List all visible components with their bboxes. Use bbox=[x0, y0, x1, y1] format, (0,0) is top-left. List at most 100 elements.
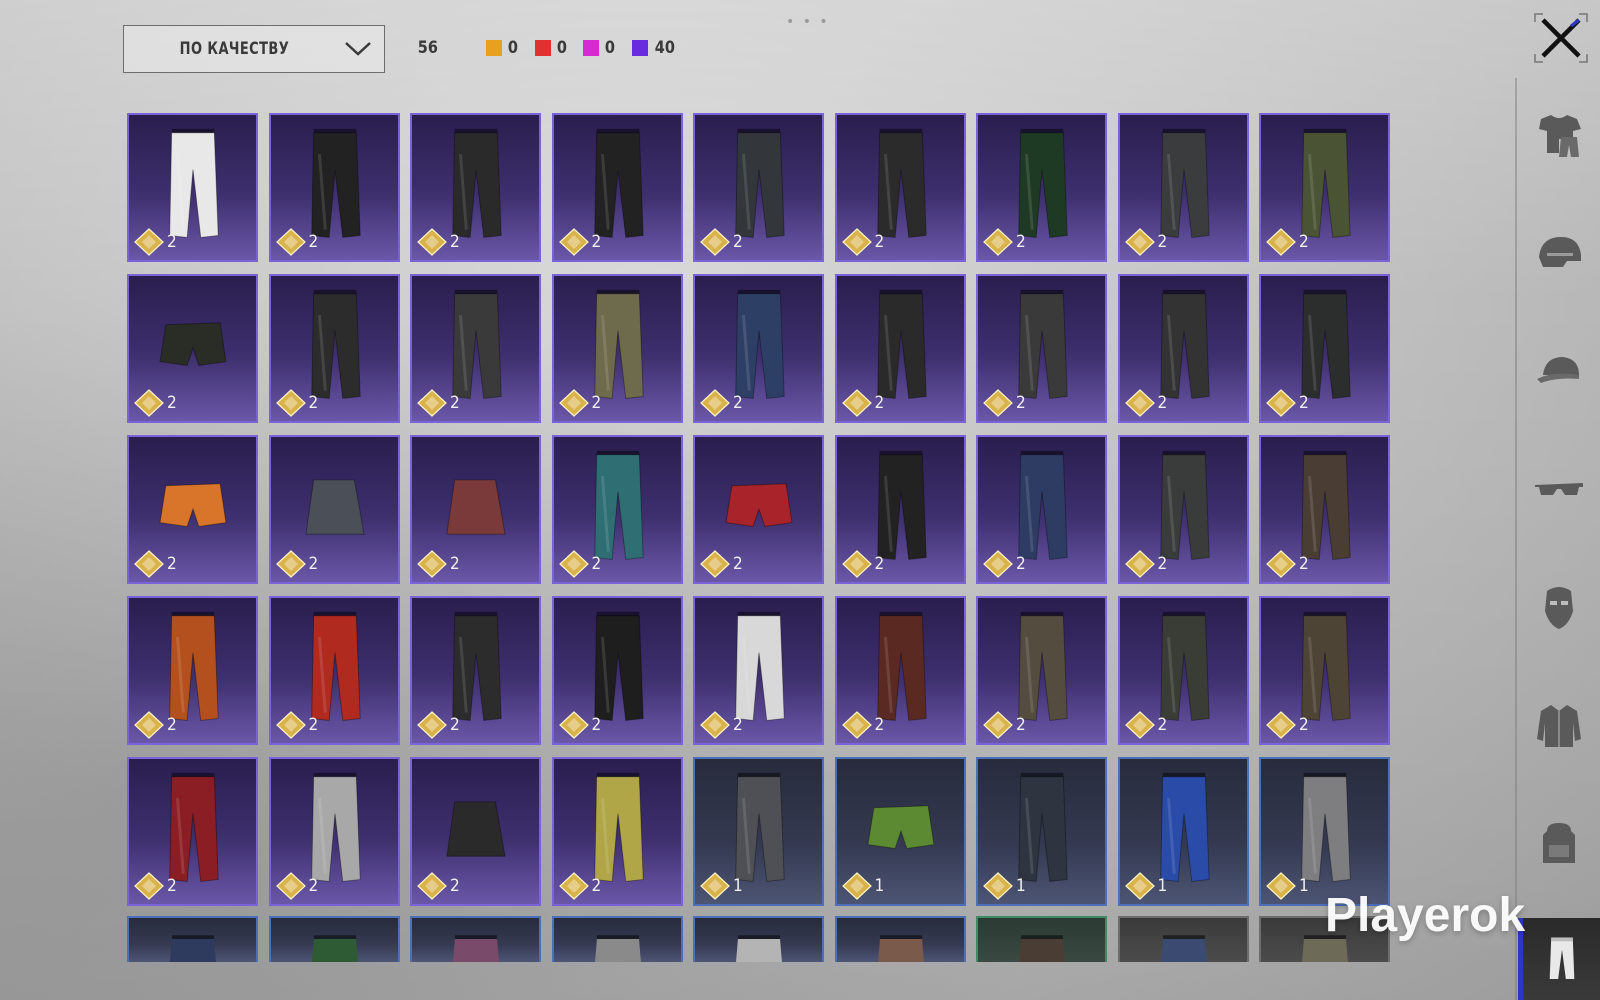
item-card[interactable]: 2 bbox=[268, 274, 400, 423]
item-card[interactable]: 2 bbox=[834, 596, 966, 745]
item-card[interactable]: 2 bbox=[127, 757, 258, 906]
item-card[interactable]: 2 bbox=[410, 757, 541, 906]
category-shirts[interactable] bbox=[1518, 100, 1600, 170]
item-badge: 1 bbox=[700, 872, 743, 900]
item-card[interactable]: 2 bbox=[268, 757, 400, 906]
item-count: 2 bbox=[733, 232, 743, 252]
item-card[interactable]: 1 bbox=[976, 757, 1107, 906]
item-card[interactable] bbox=[693, 916, 824, 962]
item-card[interactable]: 2 bbox=[1259, 435, 1390, 584]
item-card[interactable]: 2 bbox=[834, 274, 966, 423]
item-count: 2 bbox=[874, 554, 885, 574]
item-card[interactable]: 2 bbox=[976, 435, 1107, 584]
item-card[interactable]: 1 bbox=[693, 757, 824, 906]
item-count: 2 bbox=[167, 393, 177, 413]
item-card[interactable]: 2 bbox=[268, 435, 400, 584]
category-pants-active[interactable] bbox=[1518, 918, 1600, 1000]
category-helmets[interactable] bbox=[1518, 218, 1600, 288]
item-count: 2 bbox=[308, 554, 319, 574]
item-badge: 2 bbox=[700, 228, 743, 256]
mask-icon bbox=[1545, 587, 1573, 629]
category-jackets[interactable] bbox=[1518, 690, 1600, 760]
cap-icon bbox=[1537, 357, 1579, 383]
item-card[interactable]: 2 bbox=[410, 274, 541, 423]
rarity-count-pink: 0 bbox=[583, 38, 616, 58]
item-card[interactable]: 2 bbox=[551, 596, 683, 745]
item-card[interactable]: 2 bbox=[1259, 274, 1390, 423]
item-card[interactable]: 2 bbox=[1259, 596, 1390, 745]
category-masks[interactable] bbox=[1518, 572, 1600, 642]
item-count: 2 bbox=[733, 393, 743, 413]
item-count: 2 bbox=[591, 554, 602, 574]
item-card[interactable]: 2 bbox=[834, 113, 966, 262]
item-card[interactable]: 2 bbox=[693, 274, 824, 423]
item-card[interactable]: 2 bbox=[127, 435, 258, 584]
rarity-diamond-icon bbox=[1266, 228, 1296, 256]
item-card[interactable]: 2 bbox=[1117, 274, 1249, 423]
item-card[interactable]: 2 bbox=[551, 757, 683, 906]
item-count: 2 bbox=[167, 876, 177, 896]
item-badge: 1 bbox=[983, 872, 1026, 900]
item-card[interactable]: 2 bbox=[551, 435, 683, 584]
category-backpacks[interactable] bbox=[1518, 808, 1600, 878]
rarity-diamond-icon bbox=[1124, 711, 1155, 739]
item-card[interactable]: 2 bbox=[410, 113, 541, 262]
item-card[interactable]: 1 bbox=[1259, 757, 1390, 906]
item-badge: 2 bbox=[558, 228, 601, 256]
item-card[interactable]: 2 bbox=[410, 435, 541, 584]
item-card[interactable] bbox=[976, 916, 1107, 962]
item-card[interactable] bbox=[410, 916, 541, 962]
item-card[interactable]: 2 bbox=[976, 596, 1107, 745]
rarity-diamond-icon bbox=[275, 711, 306, 739]
item-badge: 2 bbox=[558, 711, 601, 739]
item-card[interactable] bbox=[268, 916, 400, 962]
item-card[interactable]: 2 bbox=[268, 596, 400, 745]
item-count: 2 bbox=[733, 715, 743, 735]
rarity-swatch-red bbox=[534, 40, 551, 56]
rarity-diamond-icon bbox=[558, 550, 589, 578]
item-card[interactable]: 2 bbox=[1117, 113, 1249, 262]
item-card[interactable]: 2 bbox=[1259, 113, 1390, 262]
item-card[interactable]: 2 bbox=[268, 113, 400, 262]
item-card[interactable]: 2 bbox=[976, 274, 1107, 423]
item-count: 2 bbox=[1016, 232, 1026, 252]
item-card[interactable] bbox=[1117, 916, 1249, 962]
item-badge: 2 bbox=[417, 711, 460, 739]
item-card[interactable]: 2 bbox=[693, 113, 824, 262]
item-card[interactable]: 2 bbox=[127, 274, 258, 423]
item-card[interactable]: 2 bbox=[693, 435, 824, 584]
category-caps[interactable] bbox=[1518, 336, 1600, 406]
item-card[interactable]: 2 bbox=[127, 596, 258, 745]
item-card[interactable]: 2 bbox=[127, 113, 258, 262]
item-card[interactable]: 2 bbox=[693, 596, 824, 745]
item-card[interactable]: 2 bbox=[551, 274, 683, 423]
sort-dropdown[interactable]: ПО КАЧЕСТВУ bbox=[123, 25, 385, 73]
item-card[interactable]: 2 bbox=[976, 113, 1107, 262]
item-badge: 2 bbox=[417, 228, 460, 256]
rarity-diamond-icon bbox=[558, 228, 589, 256]
item-card[interactable]: 1 bbox=[1117, 757, 1249, 906]
rarity-swatch-purple bbox=[632, 40, 649, 56]
item-badge: 2 bbox=[275, 389, 318, 417]
drag-handle[interactable]: • • • bbox=[786, 14, 830, 30]
item-count: 1 bbox=[874, 876, 885, 896]
item-card[interactable]: 2 bbox=[1117, 435, 1249, 584]
item-card[interactable] bbox=[127, 916, 258, 962]
rarity-diamond-icon bbox=[275, 228, 306, 256]
item-card[interactable] bbox=[834, 916, 966, 962]
item-card[interactable]: 2 bbox=[551, 113, 683, 262]
item-card[interactable]: 2 bbox=[834, 435, 966, 584]
item-count: 2 bbox=[1299, 554, 1309, 574]
item-card[interactable]: 2 bbox=[410, 596, 541, 745]
item-badge: 2 bbox=[275, 550, 319, 578]
pants-icon bbox=[1549, 937, 1574, 979]
item-count: 2 bbox=[733, 554, 743, 574]
item-card[interactable]: 1 bbox=[834, 757, 966, 906]
item-card[interactable] bbox=[551, 916, 683, 962]
close-button[interactable] bbox=[1533, 12, 1589, 64]
item-badge: 2 bbox=[841, 550, 885, 578]
rarity-diamond-icon bbox=[983, 872, 1013, 900]
item-count: 2 bbox=[1299, 715, 1309, 735]
item-card[interactable]: 2 bbox=[1117, 596, 1249, 745]
category-glasses[interactable] bbox=[1518, 454, 1600, 524]
